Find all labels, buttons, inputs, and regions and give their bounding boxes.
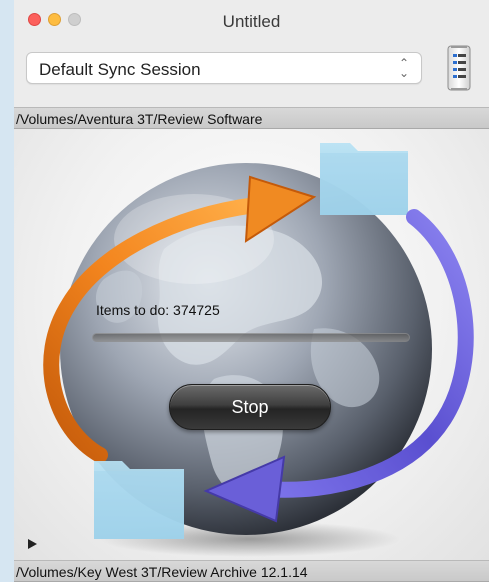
globe-icon	[43, 143, 474, 557]
chevron-up-down-icon: ⌃ ⌄	[398, 56, 409, 80]
session-list-button[interactable]	[444, 44, 474, 92]
destination-path: /Volumes/Key West 3T/Review Archive 12.1…	[16, 564, 308, 580]
list-icon	[447, 45, 471, 91]
source-path: /Volumes/Aventura 3T/Review Software	[16, 111, 263, 127]
destination-path-bar: /Volumes/Key West 3T/Review Archive 12.1…	[14, 560, 489, 582]
app-window: Untitled Default Sync Session ⌃ ⌄ /Volume…	[14, 0, 489, 582]
progress-bar	[92, 333, 410, 342]
items-to-do-label: Items to do: 374725	[96, 302, 220, 318]
title-bar: Untitled	[14, 0, 489, 44]
session-select[interactable]: Default Sync Session ⌃ ⌄	[26, 52, 422, 84]
stop-button[interactable]: Stop	[169, 384, 331, 430]
sync-artwork	[14, 129, 489, 560]
source-path-bar: /Volumes/Aventura 3T/Review Software	[14, 107, 489, 129]
folder-icon	[320, 143, 408, 215]
disclosure-triangle-icon[interactable]	[28, 539, 37, 549]
window-title: Untitled	[222, 12, 281, 31]
folder-icon	[94, 461, 184, 539]
session-select-value: Default Sync Session	[39, 60, 201, 79]
